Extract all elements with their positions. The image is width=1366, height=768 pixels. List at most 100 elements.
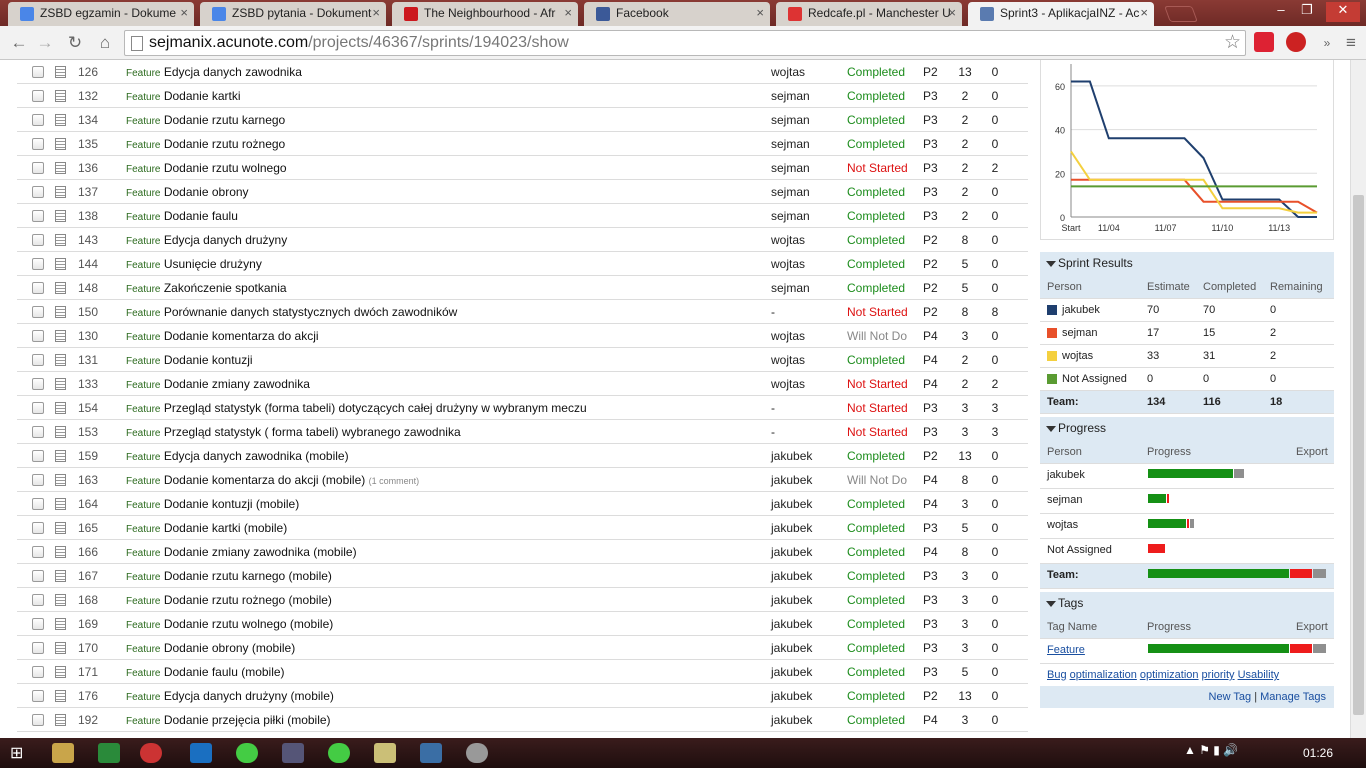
- task-priority[interactable]: P4: [923, 497, 938, 511]
- task-status[interactable]: Completed: [847, 593, 905, 607]
- task-tag[interactable]: Feature: [126, 596, 160, 607]
- spotify-icon-2[interactable]: [328, 743, 350, 763]
- task-description[interactable]: Dodanie rzutu rożnego: [164, 137, 285, 151]
- task-tag[interactable]: Feature: [126, 92, 160, 103]
- task-remaining[interactable]: 0: [987, 257, 1003, 271]
- restore-icon[interactable]: ❐: [1296, 2, 1318, 18]
- task-priority[interactable]: P4: [923, 377, 938, 391]
- task-description[interactable]: Usunięcie drużyny: [164, 257, 262, 271]
- menu-icon[interactable]: ≡: [1340, 32, 1362, 54]
- task-priority[interactable]: P3: [923, 593, 938, 607]
- reload-icon[interactable]: ↻: [64, 32, 86, 54]
- task-description[interactable]: Dodanie przejęcia piłki (mobile): [164, 713, 331, 727]
- task-tag[interactable]: Feature: [126, 308, 160, 319]
- task-title[interactable]: Feature Dodanie zmiany zawodnika (mobile…: [126, 545, 357, 559]
- task-priority[interactable]: P2: [923, 689, 938, 703]
- task-remaining[interactable]: 8: [987, 305, 1003, 319]
- task-priority[interactable]: P2: [923, 305, 938, 319]
- drag-handle-icon[interactable]: [55, 498, 66, 510]
- gmail-extension-icon[interactable]: [1254, 32, 1274, 52]
- task-description[interactable]: Dodanie kontuzji: [164, 353, 253, 367]
- task-remaining[interactable]: 2: [987, 377, 1003, 391]
- collapse-triangle-icon[interactable]: [1046, 601, 1056, 607]
- task-priority[interactable]: P4: [923, 713, 938, 727]
- task-estimate[interactable]: 3: [953, 641, 977, 655]
- task-status[interactable]: Completed: [847, 641, 905, 655]
- task-title[interactable]: Feature Dodanie kontuzji (mobile): [126, 497, 299, 511]
- task-remaining[interactable]: 0: [987, 593, 1003, 607]
- tags-header[interactable]: Tags: [1040, 592, 1334, 616]
- media-icon[interactable]: [420, 743, 442, 763]
- outlook-icon[interactable]: [190, 743, 212, 763]
- drag-handle-icon[interactable]: [55, 522, 66, 534]
- task-priority[interactable]: P3: [923, 185, 938, 199]
- task-status[interactable]: Completed: [847, 89, 905, 103]
- task-row[interactable]: 132 Feature Dodanie kartki sejman Complete…: [17, 84, 1028, 108]
- close-tab-icon[interactable]: ×: [180, 5, 188, 20]
- browser-tab[interactable]: Sprint3 - AplikacjaINZ - Ac ×: [968, 2, 1154, 26]
- task-remaining[interactable]: 0: [987, 473, 1003, 487]
- drag-handle-icon[interactable]: [55, 594, 66, 606]
- task-priority[interactable]: P2: [923, 65, 938, 79]
- task-status[interactable]: Completed: [847, 569, 905, 583]
- drag-handle-icon[interactable]: [55, 258, 66, 270]
- task-estimate[interactable]: 3: [953, 329, 977, 343]
- task-checkbox[interactable]: [32, 618, 44, 630]
- close-tab-icon[interactable]: ×: [948, 5, 956, 20]
- task-owner[interactable]: jakubek: [771, 497, 812, 511]
- task-status[interactable]: Completed: [847, 545, 905, 559]
- task-checkbox[interactable]: [32, 498, 44, 510]
- drag-handle-icon[interactable]: [55, 354, 66, 366]
- task-owner[interactable]: jakubek: [771, 569, 812, 583]
- task-title[interactable]: Feature Przegląd statystyk (forma tabeli…: [126, 401, 587, 415]
- task-row[interactable]: 148 Feature Zakończenie spotkania sejman C…: [17, 276, 1028, 300]
- task-row[interactable]: 166 Feature Dodanie zmiany zawodnika (mob…: [17, 540, 1028, 564]
- task-priority[interactable]: P2: [923, 449, 938, 463]
- task-tag[interactable]: Feature: [126, 164, 160, 175]
- task-estimate[interactable]: 2: [953, 137, 977, 151]
- task-checkbox[interactable]: [32, 90, 44, 102]
- task-remaining[interactable]: 0: [987, 617, 1003, 631]
- task-tag[interactable]: Feature: [126, 548, 160, 559]
- task-title[interactable]: Feature Dodanie kartki (mobile): [126, 521, 287, 535]
- task-estimate[interactable]: 2: [953, 161, 977, 175]
- task-checkbox[interactable]: [32, 642, 44, 654]
- task-checkbox[interactable]: [32, 138, 44, 150]
- task-tag[interactable]: Feature: [126, 284, 160, 295]
- task-checkbox[interactable]: [32, 330, 44, 342]
- task-checkbox[interactable]: [32, 474, 44, 486]
- task-row[interactable]: 163 Feature Dodanie komentarza do akcji (…: [17, 468, 1028, 492]
- task-priority[interactable]: P2: [923, 233, 938, 247]
- task-owner[interactable]: sejman: [771, 185, 810, 199]
- task-remaining[interactable]: 2: [987, 161, 1003, 175]
- tag-name-link[interactable]: Feature: [1047, 644, 1085, 656]
- task-estimate[interactable]: 5: [953, 257, 977, 271]
- forward-icon[interactable]: →: [34, 32, 56, 54]
- task-row[interactable]: 192 Feature Dodanie przejęcia piłki (mobi…: [17, 708, 1028, 732]
- task-status[interactable]: Completed: [847, 113, 905, 127]
- task-remaining[interactable]: 0: [987, 89, 1003, 103]
- drag-handle-icon[interactable]: [55, 426, 66, 438]
- task-owner[interactable]: wojtas: [771, 233, 805, 247]
- drag-handle-icon[interactable]: [55, 186, 66, 198]
- drag-handle-icon[interactable]: [55, 450, 66, 462]
- task-row[interactable]: 136 Feature Dodanie rzutu wolnego sejman N…: [17, 156, 1028, 180]
- browser-tab[interactable]: Facebook ×: [584, 2, 770, 26]
- task-owner[interactable]: jakubek: [771, 545, 812, 559]
- task-title[interactable]: Feature Usunięcie drużyny: [126, 257, 262, 271]
- task-priority[interactable]: P3: [923, 161, 938, 175]
- task-remaining[interactable]: 3: [987, 425, 1003, 439]
- task-tag[interactable]: Feature: [126, 356, 160, 367]
- task-status[interactable]: Completed: [847, 233, 905, 247]
- task-priority[interactable]: P3: [923, 641, 938, 655]
- task-row[interactable]: 164 Feature Dodanie kontuzji (mobile) jak…: [17, 492, 1028, 516]
- task-description[interactable]: Dodanie kartki: [164, 89, 241, 103]
- task-row[interactable]: 170 Feature Dodanie obrony (mobile) jakub…: [17, 636, 1028, 660]
- notepad-icon[interactable]: [374, 743, 396, 763]
- task-owner[interactable]: jakubek: [771, 593, 812, 607]
- task-description[interactable]: Przegląd statystyk (forma tabeli) dotycz…: [164, 401, 587, 415]
- task-status[interactable]: Not Started: [847, 377, 908, 391]
- new-tag-link[interactable]: New Tag: [1209, 691, 1252, 703]
- drag-handle-icon[interactable]: [55, 714, 66, 726]
- task-title[interactable]: Feature Dodanie komentarza do akcji: [126, 329, 319, 343]
